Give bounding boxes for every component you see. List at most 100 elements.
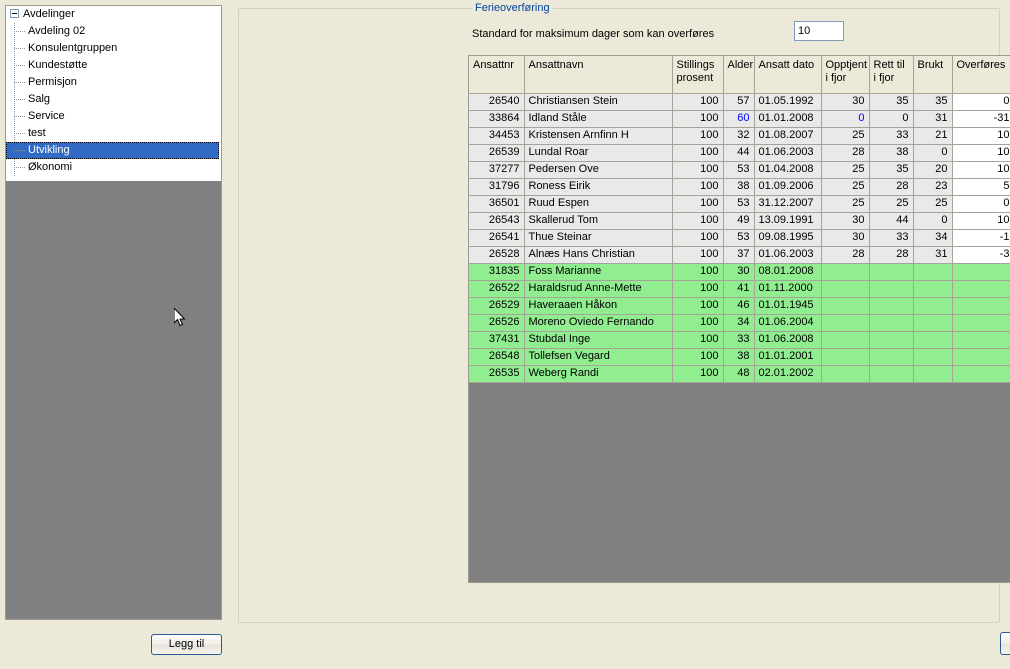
cell-overfores[interactable]: 0: [952, 93, 1010, 111]
cell-opptjent-i-fjor[interactable]: 25: [821, 161, 870, 179]
cell-alder[interactable]: 41: [723, 280, 755, 298]
cell-ansattnr[interactable]: 26528: [469, 246, 525, 264]
cell-rett-til-i-fjor[interactable]: 33: [869, 229, 914, 247]
cell-brukt[interactable]: 34: [913, 229, 953, 247]
department-tree[interactable]: Avdelinger Avdeling 02 Konsulentgruppen …: [6, 6, 221, 181]
cell-alder[interactable]: 46: [723, 297, 755, 315]
cell-ansattdato[interactable]: 01.06.2008: [754, 331, 822, 349]
tree-item-salg[interactable]: Salg: [6, 91, 221, 108]
cell-brukt[interactable]: 21: [913, 127, 953, 145]
cell-brukt[interactable]: 23: [913, 178, 953, 196]
cell-overfores[interactable]: [952, 365, 1010, 383]
cell-ansattnavn[interactable]: Tollefsen Vegard: [524, 348, 673, 366]
cell-rett-til-i-fjor[interactable]: 33: [869, 127, 914, 145]
cell-stillingsprosent[interactable]: 100: [672, 331, 724, 349]
cell-rett-til-i-fjor[interactable]: [869, 331, 914, 349]
table-row[interactable]: 36501Ruud Espen1005331.12.20072525250025…: [469, 195, 1010, 213]
tree-item-okonomi[interactable]: Økonomi: [6, 159, 221, 176]
cell-ansattnavn[interactable]: Ruud Espen: [524, 195, 673, 213]
cell-ansattnavn[interactable]: Kristensen Arnfinn H: [524, 127, 673, 145]
cell-rett-til-i-fjor[interactable]: 28: [869, 246, 914, 264]
tree-item-konsulentgruppen[interactable]: Konsulentgruppen: [6, 40, 221, 57]
cell-rett-til-i-fjor[interactable]: 0: [869, 110, 914, 128]
minus-icon[interactable]: [10, 8, 19, 18]
cell-alder[interactable]: 38: [723, 178, 755, 196]
cell-brukt[interactable]: [913, 297, 953, 315]
cell-ansattnr[interactable]: 36501: [469, 195, 525, 213]
cell-overfores[interactable]: 0: [952, 195, 1010, 213]
cell-ansattnr[interactable]: 34453: [469, 127, 525, 145]
cell-ansattnavn[interactable]: Idland Ståle: [524, 110, 673, 128]
table-row[interactable]: 26539Lundal Roar1004401.06.2003283801028…: [469, 144, 1010, 162]
column-header-opptjent-i-fjor[interactable]: Opptjent i fjor: [821, 56, 870, 94]
cell-rett-til-i-fjor[interactable]: 28: [869, 178, 914, 196]
add-department-button[interactable]: Legg til: [151, 634, 222, 655]
cell-ansattdato[interactable]: 09.08.1995: [754, 229, 822, 247]
cell-stillingsprosent[interactable]: 100: [672, 127, 724, 145]
cell-alder[interactable]: 60: [723, 110, 755, 128]
cell-ansattnavn[interactable]: Pedersen Ove: [524, 161, 673, 179]
department-tree-container[interactable]: Avdelinger Avdeling 02 Konsulentgruppen …: [5, 5, 222, 620]
cell-overfores[interactable]: [952, 348, 1010, 366]
table-row[interactable]: 33864Idland Ståle1006001.01.20080031-310…: [469, 110, 1010, 128]
tree-root-node[interactable]: Avdelinger: [6, 6, 221, 23]
cell-alder[interactable]: 53: [723, 195, 755, 213]
cell-stillingsprosent[interactable]: 100: [672, 297, 724, 315]
cell-ansattnr[interactable]: 26539: [469, 144, 525, 162]
table-row[interactable]: 26541 Thue Steinar 100 53 09.08.1995 30 33 34 -1…: [469, 229, 1010, 247]
cell-ansattnr[interactable]: 37277: [469, 161, 525, 179]
cell-brukt[interactable]: [913, 331, 953, 349]
cell-ansattnr[interactable]: 26543: [469, 212, 525, 230]
cell-alder[interactable]: 30: [723, 263, 755, 281]
tree-item-utvikling[interactable]: Utvikling: [6, 142, 219, 159]
cell-opptjent-i-fjor[interactable]: 0: [821, 110, 870, 128]
cell-ansattnavn[interactable]: Haraldsrud Anne-Mette: [524, 280, 673, 298]
cell-opptjent-i-fjor[interactable]: [821, 365, 870, 383]
cell-overfores[interactable]: -3: [952, 246, 1010, 264]
table-row[interactable]: 26548Tollefsen Vegard1003801.01.20012823…: [469, 348, 1010, 366]
cell-ansattnr[interactable]: 26529: [469, 297, 525, 315]
cell-rett-til-i-fjor[interactable]: [869, 314, 914, 332]
cell-opptjent-i-fjor[interactable]: 25: [821, 195, 870, 213]
tree-item-service[interactable]: Service: [6, 108, 221, 125]
cell-opptjent-i-fjor[interactable]: [821, 263, 870, 281]
cell-opptjent-i-fjor[interactable]: 30: [821, 229, 870, 247]
cell-ansattnavn[interactable]: Foss Marianne: [524, 263, 673, 281]
cell-stillingsprosent[interactable]: 100: [672, 365, 724, 383]
cell-rett-til-i-fjor[interactable]: [869, 365, 914, 383]
cell-ansattnavn[interactable]: Lundal Roar: [524, 144, 673, 162]
cell-ansattnr[interactable]: 37431: [469, 331, 525, 349]
cell-overfores[interactable]: 10: [952, 212, 1010, 230]
cell-ansattdato[interactable]: 01.01.2001: [754, 348, 822, 366]
cell-brukt[interactable]: [913, 348, 953, 366]
column-header-brukt[interactable]: Brukt: [913, 56, 953, 94]
table-row[interactable]: 26522 Haraldsrud Anne-Mette 100 41 01.11.200…: [469, 280, 1010, 298]
cell-alder[interactable]: 57: [723, 93, 755, 111]
cell-ansattnr[interactable]: 26526: [469, 314, 525, 332]
cell-stillingsprosent[interactable]: 100: [672, 144, 724, 162]
cell-ansattdato[interactable]: 01.09.2006: [754, 178, 822, 196]
table-row[interactable]: 26528 Alnæs Hans Christian 100 37 01.06.2003…: [469, 246, 1010, 264]
column-header-alder[interactable]: Alder: [723, 56, 755, 94]
tree-item-kundestotte[interactable]: Kundestøtte: [6, 57, 221, 74]
cell-overfores[interactable]: [952, 280, 1010, 298]
cell-alder[interactable]: 33: [723, 331, 755, 349]
cell-ansattdato[interactable]: 08.01.2008: [754, 263, 822, 281]
cell-ansattnavn[interactable]: Thue Steinar: [524, 229, 673, 247]
cell-opptjent-i-fjor[interactable]: [821, 297, 870, 315]
cell-stillingsprosent[interactable]: 100: [672, 110, 724, 128]
cell-alder[interactable]: 49: [723, 212, 755, 230]
column-header-ansattnavn[interactable]: Ansattnavn: [524, 56, 673, 94]
cell-stillingsprosent[interactable]: 100: [672, 178, 724, 196]
tree-item-avdeling-02[interactable]: Avdeling 02: [6, 23, 221, 40]
cell-rett-til-i-fjor[interactable]: [869, 280, 914, 298]
cell-ansattnr[interactable]: 26522: [469, 280, 525, 298]
table-row[interactable]: 26535Weberg Randi1004802.01.20022822Over…: [469, 365, 1010, 383]
cell-overfores[interactable]: -31: [952, 110, 1010, 128]
table-row[interactable]: 31835Foss Marianne1003008.01.20082535Ove…: [469, 263, 1010, 281]
cell-brukt[interactable]: [913, 263, 953, 281]
cell-alder[interactable]: 38: [723, 348, 755, 366]
cell-ansattnavn[interactable]: Moreno Oviedo Fernando: [524, 314, 673, 332]
cell-brukt[interactable]: 31: [913, 110, 953, 128]
cell-ansattdato[interactable]: 01.01.2008: [754, 110, 822, 128]
